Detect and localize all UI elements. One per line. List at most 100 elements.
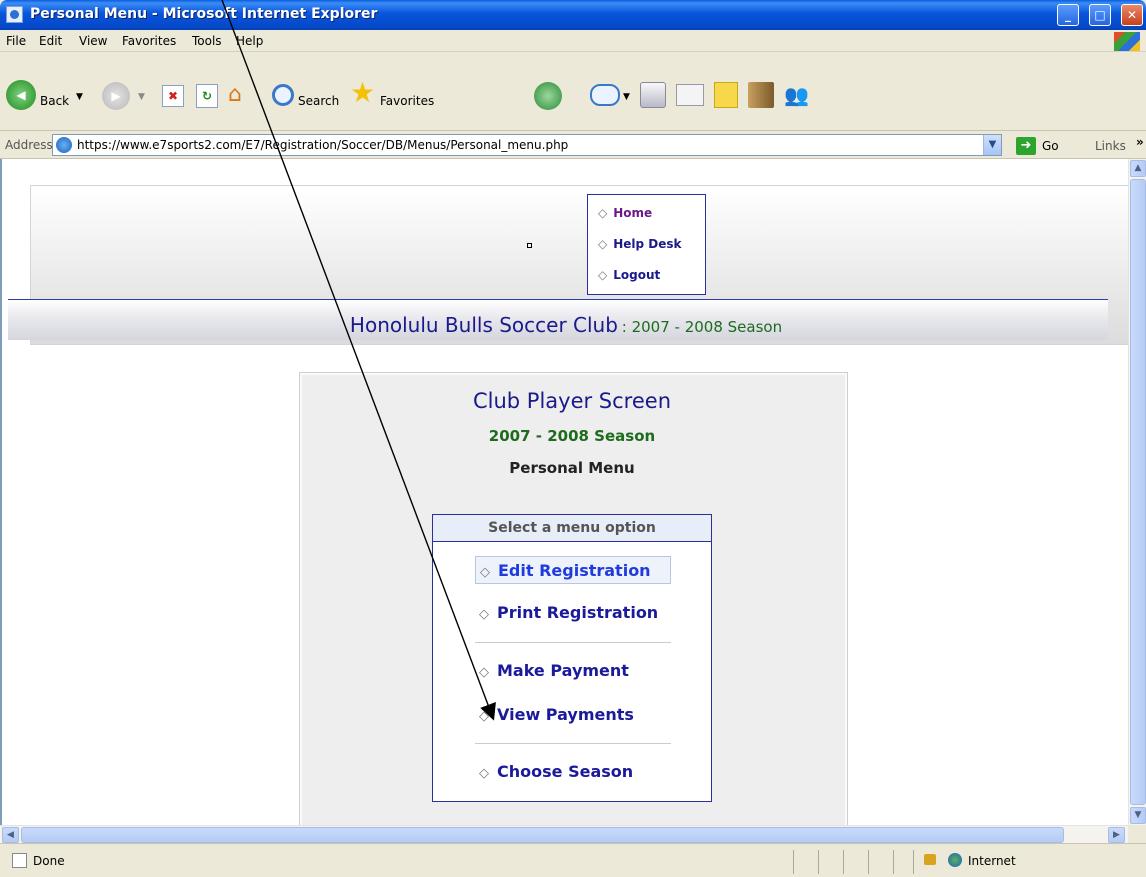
- refresh-icon[interactable]: ↻: [196, 84, 218, 108]
- diamond-icon: ◇: [598, 206, 608, 220]
- nav-home-label[interactable]: Home: [613, 206, 652, 220]
- history-icon[interactable]: [534, 82, 562, 110]
- scroll-left-icon[interactable]: ◀: [2, 827, 19, 843]
- address-bar: Address https://www.e7sports2.com/E7/Reg…: [0, 131, 1146, 159]
- status-divider: [843, 850, 844, 874]
- page-globe-icon: [56, 137, 72, 153]
- scroll-corner: [1128, 825, 1146, 843]
- club-name: Honolulu Bulls Soccer Club: [349, 313, 618, 337]
- page-done-icon: [12, 853, 27, 868]
- menu-option-view-payments[interactable]: ◇ View Payments: [475, 701, 671, 729]
- menu-tools[interactable]: Tools: [192, 34, 222, 48]
- panel-season: 2007 - 2008 Season: [488, 427, 656, 445]
- chevron-right-icon[interactable]: »: [1136, 135, 1144, 149]
- close-button[interactable]: ✕: [1121, 4, 1143, 26]
- menu-separator: [475, 642, 671, 643]
- menu-view[interactable]: View: [79, 34, 107, 48]
- menu-favorites[interactable]: Favorites: [122, 34, 176, 48]
- windows-logo-icon: [1114, 32, 1140, 51]
- status-divider: [818, 850, 819, 874]
- window-title: Personal Menu - Microsoft Internet Explo…: [30, 6, 378, 22]
- search-icon[interactable]: [272, 84, 294, 106]
- menu-option-print-registration[interactable]: ◇ Print Registration: [475, 599, 671, 627]
- security-zone: Internet: [968, 854, 1016, 868]
- panel-title: Club Player Screen: [472, 389, 672, 413]
- forward-icon[interactable]: ▶: [102, 82, 130, 110]
- mail-icon[interactable]: [590, 84, 620, 106]
- stop-icon[interactable]: ✖: [162, 85, 184, 107]
- menu-option-label[interactable]: Make Payment: [497, 661, 629, 680]
- status-divider: [893, 850, 894, 874]
- menu-option-make-payment[interactable]: ◇ Make Payment: [475, 657, 671, 685]
- edit-icon[interactable]: [676, 84, 704, 106]
- menu-option-label[interactable]: Choose Season: [497, 762, 633, 781]
- back-dropdown-icon[interactable]: ▼: [76, 92, 83, 102]
- menu-option-label[interactable]: Print Registration: [497, 603, 658, 622]
- menu-option-label[interactable]: Edit Registration: [498, 561, 651, 580]
- menu-option-choose-season[interactable]: ◇ Choose Season: [475, 758, 671, 786]
- diamond-icon: ◇: [479, 607, 489, 622]
- maximize-button[interactable]: □: [1089, 4, 1111, 26]
- address-url[interactable]: https://www.e7sports2.com/E7/Registratio…: [77, 138, 568, 152]
- nav-help-desk-label[interactable]: Help Desk: [613, 237, 681, 251]
- scroll-down-icon[interactable]: ▼: [1130, 807, 1146, 824]
- links-toolbar[interactable]: Links: [1095, 139, 1126, 153]
- scroll-right-icon[interactable]: ▶: [1108, 827, 1125, 843]
- go-button[interactable]: Go: [1042, 139, 1059, 153]
- menu-bar: File Edit View Favorites Tools Help: [0, 30, 1146, 52]
- diamond-icon: ◇: [479, 665, 489, 680]
- spacer-dot: [527, 243, 532, 248]
- status-divider: [793, 850, 794, 874]
- discuss-icon[interactable]: [714, 82, 738, 108]
- favorites-icon[interactable]: ★: [350, 78, 380, 108]
- vertical-scroll-thumb[interactable]: [1130, 179, 1146, 805]
- menu-option-edit-registration[interactable]: ◇ Edit Registration: [475, 556, 671, 584]
- back-label[interactable]: Back: [40, 94, 69, 108]
- nav-logout[interactable]: ◇ Logout: [598, 268, 660, 282]
- messenger-icon[interactable]: 👥: [784, 82, 814, 108]
- panel-subtitle: Personal Menu: [509, 459, 635, 477]
- menu-option-label[interactable]: View Payments: [497, 705, 634, 724]
- internet-zone-icon: [948, 853, 962, 867]
- menu-options-box: Select a menu option ◇ Edit Registration …: [432, 514, 712, 802]
- mail-dropdown-icon[interactable]: ▼: [623, 92, 630, 102]
- favorites-label[interactable]: Favorites: [380, 94, 434, 108]
- status-bar: Done Internet: [0, 843, 1146, 877]
- go-arrow-icon[interactable]: ➜: [1016, 137, 1036, 155]
- horizontal-scroll-thumb[interactable]: [21, 827, 1064, 843]
- minimize-button[interactable]: _: [1057, 4, 1079, 26]
- scroll-up-icon[interactable]: ▲: [1130, 160, 1146, 177]
- menu-help[interactable]: Help: [236, 34, 263, 48]
- nav-help-desk[interactable]: ◇ Help Desk: [598, 237, 682, 251]
- diamond-icon: ◇: [598, 237, 608, 251]
- back-icon[interactable]: ◀: [6, 80, 36, 110]
- menu-file[interactable]: File: [6, 34, 26, 48]
- home-icon[interactable]: ⌂: [228, 82, 254, 108]
- diamond-icon: ◇: [598, 268, 608, 282]
- menu-options-header: Select a menu option: [433, 515, 711, 542]
- browser-window: Personal Menu - Microsoft Internet Explo…: [0, 0, 1146, 877]
- toolbar: ◀ Back ▼ ▶ ▼ ✖ ↻ ⌂ Search ★ Favorites ▼ …: [0, 52, 1146, 131]
- club-season: : 2007 - 2008 Season: [621, 318, 783, 336]
- status-text: Done: [33, 854, 65, 868]
- status-divider: [868, 850, 869, 874]
- forward-dropdown-icon[interactable]: ▼: [138, 92, 145, 102]
- horizontal-scrollbar[interactable]: ◀ ▶: [0, 825, 1128, 843]
- research-icon[interactable]: [748, 82, 774, 108]
- club-heading: Honolulu Bulls Soccer Club : 2007 - 2008…: [2, 313, 1128, 337]
- address-dropdown-icon[interactable]: ▼: [983, 135, 1001, 155]
- title-bar[interactable]: Personal Menu - Microsoft Internet Explo…: [0, 0, 1146, 30]
- address-input[interactable]: https://www.e7sports2.com/E7/Registratio…: [52, 134, 1002, 156]
- lock-icon: [924, 854, 936, 865]
- nav-logout-label[interactable]: Logout: [613, 268, 660, 282]
- menu-edit[interactable]: Edit: [39, 34, 62, 48]
- header-nav: ◇ Home ◇ Help Desk ◇ Logout: [587, 194, 706, 295]
- vertical-scrollbar[interactable]: ▲ ▼: [1128, 159, 1146, 825]
- search-label[interactable]: Search: [298, 94, 339, 108]
- page-content: ◇ Home ◇ Help Desk ◇ Logout Honolulu Bulls …: [0, 159, 1128, 825]
- diamond-icon: ◇: [479, 709, 489, 724]
- print-icon[interactable]: [640, 82, 666, 108]
- status-divider: [913, 850, 914, 874]
- nav-home[interactable]: ◇ Home: [598, 206, 652, 220]
- diamond-icon: ◇: [480, 565, 490, 580]
